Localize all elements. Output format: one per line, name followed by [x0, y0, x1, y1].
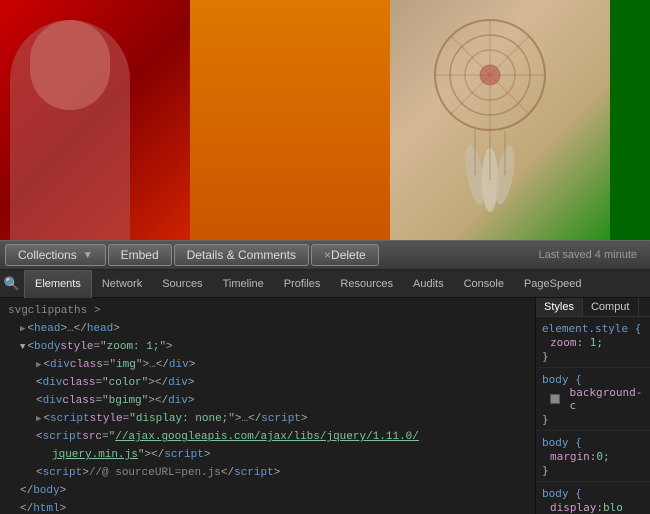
tab-profiles[interactable]: Profiles [274, 270, 331, 298]
style-prop-margin: margin:0; [550, 450, 610, 463]
code-line-script-jquery[interactable]: <script src="//ajax.googleapis.com/ajax/… [0, 428, 535, 446]
styles-panel: Styles Comput element.style { zoom: 1; }… [535, 298, 650, 514]
collections-label: Collections [18, 248, 77, 262]
green-stripe [610, 0, 650, 240]
code-line-body[interactable]: ▼ <body style="zoom: 1;"> [0, 338, 535, 356]
tab-computed[interactable]: Comput [583, 298, 639, 316]
tab-pagespeed[interactable]: PageSpeed [514, 270, 592, 298]
tab-resources[interactable]: Resources [330, 270, 403, 298]
delete-label: Delete [331, 248, 366, 262]
code-line-head[interactable]: ▶ <head>…</head> [0, 320, 535, 338]
style-selector-body1: body { [542, 373, 582, 386]
code-line-jquery-url[interactable]: jquery.min.js"></script> [0, 446, 535, 464]
code-line-div-color[interactable]: <div class="color"></div> [0, 374, 535, 392]
tab-console[interactable]: Console [454, 270, 514, 298]
tab-elements[interactable]: Elements [24, 270, 92, 298]
last-saved-text: Last saved 4 minute [539, 249, 637, 261]
search-icon[interactable]: 🔍 [0, 270, 24, 298]
styles-tabs: Styles Comput [536, 298, 650, 317]
code-line-body-close: </body> [0, 482, 535, 500]
tab-timeline[interactable]: Timeline [213, 270, 274, 298]
color-swatch[interactable] [550, 394, 560, 404]
style-block-body-1: body { background-c } [536, 368, 650, 431]
preview-area [0, 0, 650, 240]
preview-section-red [0, 0, 190, 240]
girl-body-shape [10, 20, 130, 240]
style-prop-bg: background-c [570, 386, 645, 412]
style-close-1: } [542, 350, 549, 363]
tab-sources[interactable]: Sources [152, 270, 212, 298]
embed-button[interactable]: Embed [108, 244, 172, 266]
toolbar: Collections ▼ Embed Details & Comments D… [0, 240, 650, 270]
style-prop-zoom: zoom: 1; [550, 336, 603, 349]
style-prop-display: display:blo [550, 501, 623, 514]
style-block-body-2: body { margin:0; } [536, 431, 650, 482]
main-content: svgclippaths > ▶ <head>…</head> ▼ <body … [0, 298, 650, 514]
style-close-3: } [542, 464, 549, 477]
devtools-tabs: 🔍 Elements Network Sources Timeline Prof… [0, 270, 650, 298]
code-line-div-bgimg[interactable]: <div class="bgimg"></div> [0, 392, 535, 410]
style-block-element: element.style { zoom: 1; } [536, 317, 650, 368]
tab-audits[interactable]: Audits [403, 270, 454, 298]
collections-button[interactable]: Collections ▼ [5, 244, 106, 266]
girl-photo [0, 0, 190, 240]
details-label: Details & Comments [187, 248, 296, 262]
code-line-div-img[interactable]: ▶ <div class="img">…</div> [0, 356, 535, 374]
style-close-2: } [542, 413, 549, 426]
tab-network[interactable]: Network [92, 270, 152, 298]
collections-arrow-icon: ▼ [83, 250, 93, 261]
preview-section-orange [190, 0, 390, 240]
code-line-html-close: </html> [0, 500, 535, 514]
dreamcatcher-svg [400, 5, 600, 225]
embed-label: Embed [121, 248, 159, 262]
code-line-script-sourceurl[interactable]: <script>//@ sourceURL=pen.js</script> [0, 464, 535, 482]
style-selector-element: element.style { [542, 322, 641, 335]
code-line-svgclippaths: svgclippaths > [0, 302, 535, 320]
preview-section-dreamcatcher [390, 0, 650, 240]
style-selector-body2: body { [542, 436, 582, 449]
delete-button[interactable]: Delete [311, 244, 379, 266]
code-panel: svgclippaths > ▶ <head>…</head> ▼ <body … [0, 298, 535, 514]
details-button[interactable]: Details & Comments [174, 244, 309, 266]
style-selector-body3: body { [542, 487, 582, 500]
code-line-script-display[interactable]: ▶ <script style="display: none;">…</scri… [0, 410, 535, 428]
tab-styles[interactable]: Styles [536, 298, 583, 316]
style-block-body-3: body { display:blo [536, 482, 650, 514]
